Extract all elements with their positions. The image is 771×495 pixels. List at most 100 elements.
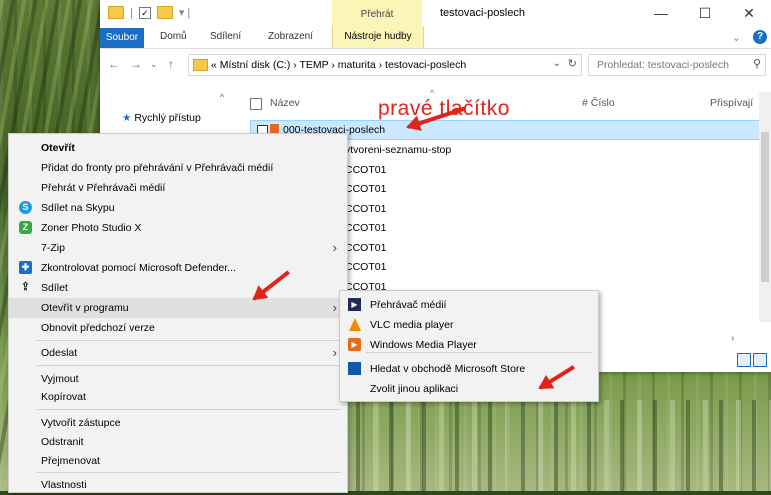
zoner-icon: Z <box>19 221 32 234</box>
address-bar-row: ← → ⌄ ↑ « Místní disk (C:) › TEMP › matu… <box>100 49 771 79</box>
menu-item-label: Přidat do fronty pro přehrávání v Přehrá… <box>41 162 274 174</box>
view-toggle <box>737 353 767 367</box>
menu-item-label: Přehrát v Přehrávači médií <box>41 182 166 194</box>
window-title: testovaci-poslech <box>440 7 525 19</box>
forward-arrow-icon[interactable]: → <box>130 57 142 71</box>
menu-item-label: Sdílet na Skypu <box>41 202 115 214</box>
search-input[interactable]: Prohledat: testovaci-poslech ⚲ <box>588 54 766 76</box>
chevron-right-icon: › <box>332 300 337 315</box>
menu-item-skype[interactable]: S Sdílet na Skypu <box>9 198 345 218</box>
column-header: Název ^ # Číslo Přispívají <box>250 88 771 112</box>
nav-quick-access[interactable]: ★ Rychlý přístup <box>122 112 201 124</box>
title-bar: | ✓ ▾ | Přehrát testovaci-poslech — ☐ ✕ <box>100 0 771 26</box>
bamboo-background-bottom <box>340 400 771 491</box>
vlc-cone-icon <box>349 318 361 331</box>
menu-item-restore[interactable]: Obnovit předchozí verze <box>9 318 345 338</box>
column-contributors[interactable]: Přispívají <box>710 97 753 109</box>
nav-quick-access-label: Rychlý přístup <box>134 112 201 124</box>
menu-item-open-with[interactable]: Otevřít v programu › <box>9 298 345 318</box>
maximize-button[interactable]: ☐ <box>685 2 725 24</box>
select-all-checkbox[interactable] <box>250 98 262 110</box>
column-number[interactable]: # Číslo <box>582 97 615 109</box>
file-name: ytvoreni-seznamu-stop <box>345 144 452 156</box>
submenu-item-label: Zvolit jinou aplikaci <box>370 383 459 395</box>
breadcrumb[interactable]: « Místní disk (C:) › TEMP › maturita › t… <box>211 59 466 71</box>
tab-share[interactable]: Sdílení <box>210 31 241 42</box>
menu-item-delete[interactable]: Odstranit <box>9 432 345 452</box>
submenu-item-choose-other[interactable]: Zvolit jinou aplikaci <box>340 379 596 399</box>
store-icon <box>348 362 361 375</box>
menu-item-rename[interactable]: Přejmenovat <box>9 451 345 471</box>
address-bar[interactable]: « Místní disk (C:) › TEMP › maturita › t… <box>188 54 582 76</box>
toolbar-separator: | <box>130 6 133 19</box>
vertical-scrollbar[interactable] <box>759 92 771 322</box>
menu-item-label: Kopírovat <box>41 391 86 403</box>
menu-separator <box>37 409 341 410</box>
menu-item-open[interactable]: Otevřít <box>9 138 345 158</box>
menu-item-play-media[interactable]: Přehrát v Přehrávači médií <box>9 178 345 198</box>
menu-item-label: Otevřít <box>41 142 75 154</box>
share-icon: ⇪ <box>20 281 31 293</box>
submenu-item-media-player[interactable]: ▶ Přehrávač médií <box>340 295 596 315</box>
submenu-item-vlc[interactable]: VLC media player <box>340 315 596 335</box>
scroll-up-icon[interactable]: ^ <box>220 92 224 102</box>
up-arrow-icon[interactable]: ↑ <box>168 57 174 71</box>
open-with-submenu: ▶ Přehrávač médií VLC media player ▶ Win… <box>339 290 599 402</box>
menu-item-label: Přejmenovat <box>41 455 100 467</box>
file-name: CCOT01 <box>345 241 387 254</box>
media-player-icon: ▶ <box>348 298 361 311</box>
menu-separator <box>37 340 341 341</box>
submenu-item-label: Přehrávač médií <box>370 299 447 311</box>
menu-item-share[interactable]: ⇪ Sdílet <box>9 278 345 298</box>
menu-separator <box>37 365 341 366</box>
star-icon: ★ <box>122 112 132 124</box>
menu-item-label: Zoner Photo Studio X <box>41 222 142 234</box>
customize-toolbar-icon[interactable]: ▾ | <box>179 6 190 19</box>
submenu-item-label: Windows Media Player <box>370 339 477 351</box>
menu-item-send-to[interactable]: Odeslat › <box>9 343 345 363</box>
chevron-down-icon[interactable]: ⌄ <box>732 31 741 44</box>
menu-item-shortcut[interactable]: Vytvořit zástupce <box>9 413 345 433</box>
details-view-icon[interactable] <box>737 353 751 367</box>
menu-item-properties[interactable]: Vlastnosti <box>9 475 345 495</box>
chevron-down-icon[interactable]: ⌄ <box>553 58 561 69</box>
tab-view[interactable]: Zobrazení <box>268 31 313 42</box>
menu-item-cut[interactable]: Vyjmout <box>9 369 345 389</box>
ribbon-tabs: Soubor Domů Sdílení Zobrazení Nástroje h… <box>100 26 771 49</box>
folder-icon <box>108 6 124 19</box>
scrollbar-thumb[interactable] <box>761 132 769 282</box>
back-arrow-icon[interactable]: ← <box>108 57 120 71</box>
refresh-icon[interactable]: ↻ <box>568 57 577 70</box>
menu-item-add-queue[interactable]: Přidat do fronty pro přehrávání v Přehrá… <box>9 158 345 178</box>
search-icon[interactable]: ⚲ <box>753 57 761 70</box>
menu-separator <box>37 472 341 473</box>
close-button[interactable]: ✕ <box>729 2 769 24</box>
menu-item-copy[interactable]: Kopírovat <box>9 387 345 407</box>
recent-dropdown-icon[interactable]: ⌄ <box>150 59 158 70</box>
file-name: CCOT01 <box>345 163 387 176</box>
minimize-button[interactable]: — <box>641 2 681 24</box>
defender-shield-icon: ✚ <box>19 261 32 274</box>
menu-item-7zip[interactable]: 7-Zip › <box>9 238 345 258</box>
chevron-right-icon: › <box>332 345 337 360</box>
tab-file[interactable]: Soubor <box>100 28 144 48</box>
menu-item-zoner[interactable]: Z Zoner Photo Studio X <box>9 218 345 238</box>
column-name[interactable]: Název <box>270 97 300 109</box>
properties-checkbox-icon[interactable]: ✓ <box>138 6 151 19</box>
menu-item-defender[interactable]: ✚ Zkontrolovat pomocí Microsoft Defender… <box>9 258 345 278</box>
menu-item-label: Odeslat <box>41 347 78 359</box>
menu-item-label: 7-Zip <box>41 242 65 254</box>
menu-item-label: Sdílet <box>41 282 68 294</box>
scroll-right-icon[interactable]: › <box>731 333 771 347</box>
menu-item-label: Otevřít v programu <box>41 302 129 314</box>
windows-media-player-icon: ▶ <box>348 338 361 351</box>
folder-icon <box>193 59 208 71</box>
new-folder-icon[interactable] <box>156 6 173 19</box>
menu-item-label: Odstranit <box>41 436 84 448</box>
help-icon[interactable]: ? <box>753 30 767 44</box>
tiles-view-icon[interactable] <box>753 353 767 367</box>
context-tab-play[interactable]: Přehrát <box>332 0 422 26</box>
menu-item-label: Vyjmout <box>41 373 79 385</box>
tab-home[interactable]: Domů <box>160 31 187 42</box>
tab-music-tools[interactable]: Nástroje hudby <box>332 26 424 48</box>
